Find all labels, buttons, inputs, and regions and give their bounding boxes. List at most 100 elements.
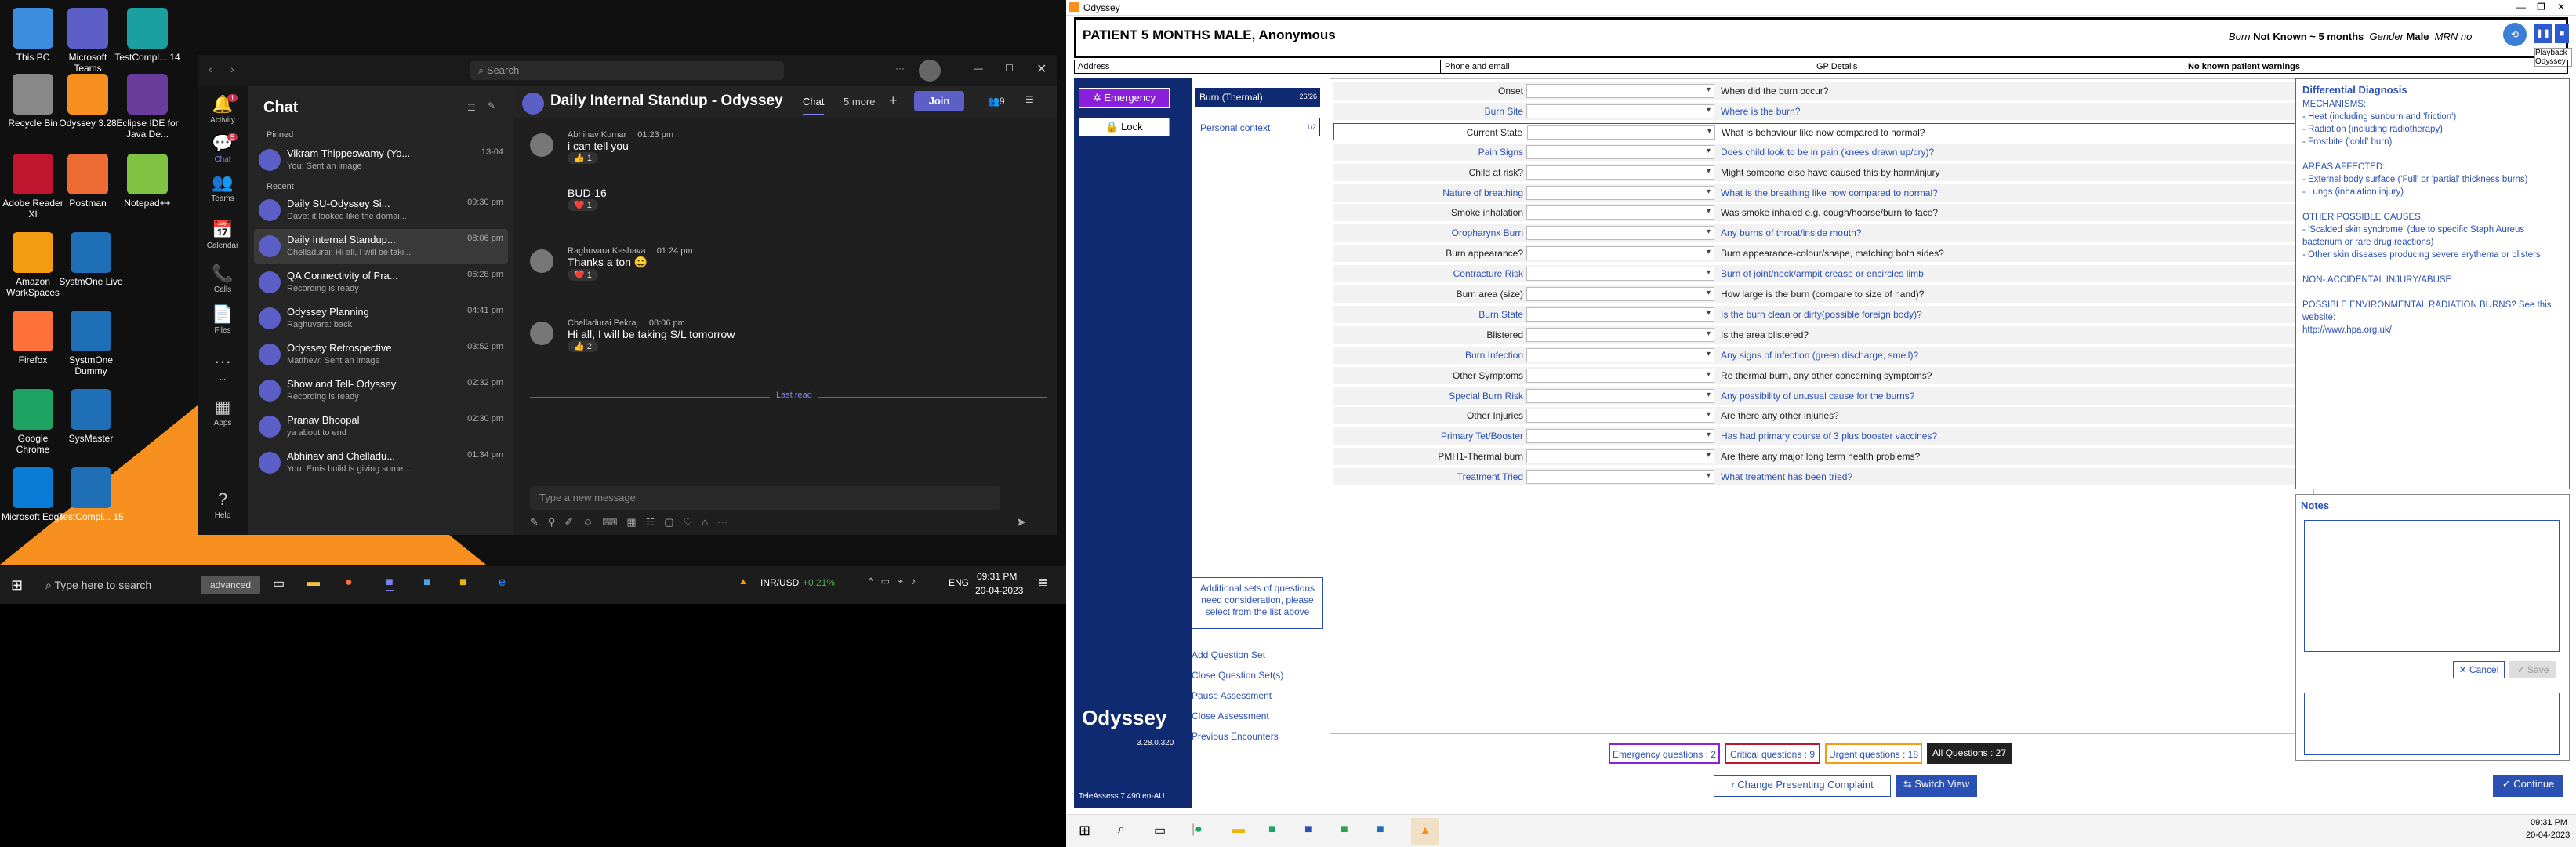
desktop-icon-1[interactable]: Microsoft Teams — [55, 8, 121, 74]
file-explorer-icon[interactable]: ▬ — [1232, 823, 1245, 837]
clock-time[interactable]: 09:31 PM — [977, 571, 1017, 582]
file-explorer-icon[interactable]: ▬ — [307, 576, 320, 590]
left-link[interactable]: Add Question Set — [1192, 649, 1265, 660]
answer-dropdown[interactable] — [1526, 368, 1714, 383]
answer-dropdown[interactable] — [1527, 125, 1715, 140]
send-icon[interactable]: ➤ — [1016, 514, 1026, 530]
desktop-icon-11[interactable]: Firefox — [0, 311, 66, 365]
participants-count[interactable]: 👥9 — [988, 96, 1005, 107]
taskbar-search[interactable]: ⌕ Type here to search — [38, 573, 194, 598]
add-tab-icon[interactable]: + — [889, 93, 898, 109]
desktop-icon-4[interactable]: Odyssey 3.28 — [55, 74, 121, 129]
switch-view-button[interactable]: ⇆ Switch View — [1896, 775, 1977, 797]
save-button[interactable]: ✓ Save — [2509, 661, 2556, 678]
testcomplete-icon[interactable]: ■ — [1377, 823, 1384, 837]
chat-list-item[interactable]: Show and Tell- Odyssey Recording is ready… — [254, 373, 508, 408]
rail-item-2[interactable]: 👥 Teams — [198, 173, 248, 203]
task-view-icon[interactable]: ▭ — [273, 576, 285, 591]
tab-burn-thermal[interactable]: Burn (Thermal) 26/26 — [1195, 88, 1320, 107]
rail-item-7[interactable]: ▦ Apps — [198, 397, 248, 427]
app-icon-2[interactable]: ■ — [459, 576, 467, 590]
firefox-icon[interactable]: ● — [345, 576, 353, 590]
desktop-icon-16[interactable]: TestCompl... 15 — [58, 467, 124, 522]
forward-icon[interactable]: › — [230, 63, 234, 75]
answer-dropdown[interactable] — [1526, 144, 1714, 159]
message-reaction[interactable]: 👍 1 — [568, 152, 598, 164]
rail-item-3[interactable]: 📅 Calendar — [198, 220, 248, 250]
back-icon[interactable]: ‹ — [209, 63, 212, 75]
desktop-icon-10[interactable]: SystmOne Live — [58, 232, 124, 287]
tab-more[interactable]: 5 more — [844, 96, 875, 107]
ie-icon[interactable]: e — [499, 576, 506, 590]
critical-questions-filter[interactable]: Critical questions : 9 — [1725, 743, 1820, 764]
close-icon[interactable]: ✕ — [2557, 2, 2565, 13]
clock-date[interactable]: 20-04-2023 — [975, 585, 1023, 596]
chat-list-item[interactable]: Odyssey Planning Raghuvara: back 04:41 pm — [254, 301, 508, 336]
advanced-button[interactable]: advanced — [201, 576, 260, 594]
desktop-icon-7[interactable]: Postman — [55, 154, 121, 209]
rail-item-4[interactable]: 📞 Calls — [198, 264, 248, 294]
notes-textarea[interactable] — [2304, 520, 2560, 652]
answer-dropdown[interactable] — [1526, 347, 1714, 362]
left-link[interactable]: Close Question Set(s) — [1192, 670, 1283, 681]
teams-search-input[interactable]: ⌕ Search — [470, 61, 784, 80]
language[interactable]: ENG — [949, 577, 969, 588]
chat-list-item[interactable]: Daily Internal Standup... Chelladurai: Hi… — [254, 229, 508, 264]
answer-dropdown[interactable] — [1526, 165, 1714, 180]
left-link[interactable]: Close Assessment — [1192, 711, 1269, 722]
answer-dropdown[interactable] — [1526, 409, 1714, 424]
stop-icon[interactable]: ■ — [2555, 24, 2569, 43]
more-icon[interactable]: ☰ — [1025, 94, 1034, 105]
continue-button[interactable]: ✓ Continue — [2493, 775, 2563, 797]
maximize-icon[interactable]: ☐ — [1005, 63, 1014, 74]
teams-icon[interactable]: ■ — [386, 576, 394, 591]
app-icon[interactable]: ■ — [1304, 823, 1312, 837]
chrome-icon[interactable]: ● — [1195, 823, 1203, 837]
start-icon[interactable]: ⊞ — [1079, 823, 1090, 839]
desktop-icon-13[interactable]: Google Chrome — [0, 389, 66, 455]
change-complaint-button[interactable]: ‹ Change Presenting Complaint — [1714, 775, 1891, 797]
left-link[interactable]: Pause Assessment — [1192, 690, 1272, 701]
rail-item-1[interactable]: 💬 Chat 5 — [198, 133, 248, 164]
answer-dropdown[interactable] — [1526, 84, 1714, 98]
answer-dropdown[interactable] — [1526, 429, 1714, 444]
answer-dropdown[interactable] — [1526, 205, 1714, 220]
message-reaction[interactable]: 👍 2 — [568, 340, 598, 352]
desktop-icon-5[interactable]: Eclipse IDE for Java De... — [114, 74, 180, 140]
message-reaction[interactable]: ❤️ 1 — [568, 269, 598, 281]
chat-list-item[interactable]: Pranav Bhoopal ya about to end 02:30 pm — [254, 409, 508, 444]
answer-dropdown[interactable] — [1526, 449, 1714, 464]
tab-chat[interactable]: Chat — [803, 96, 825, 115]
restore-icon[interactable]: ❐ — [2537, 2, 2545, 13]
task-view-icon[interactable]: ▭ — [1154, 823, 1166, 838]
close-icon[interactable]: ✕ — [1036, 61, 1047, 77]
urgent-questions-filter[interactable]: Urgent questions : 18 — [1825, 743, 1922, 764]
excel-icon[interactable]: ■ — [1268, 823, 1276, 837]
chat-list-item[interactable]: Odyssey Retrospective Matthew: Sent an im… — [254, 337, 508, 372]
left-link[interactable]: Previous Encounters — [1192, 731, 1279, 742]
desktop-icon-9[interactable]: Amazon WorkSpaces — [0, 232, 66, 298]
notifications-icon[interactable]: ▤ — [1038, 576, 1048, 589]
tab-personal-context[interactable]: Personal context 1/2 — [1195, 118, 1320, 136]
minimize-icon[interactable]: — — [974, 63, 983, 74]
desktop-icon-14[interactable]: SysMaster — [58, 389, 124, 444]
emergency-questions-filter[interactable]: Emergency questions : 2 — [1609, 743, 1720, 764]
more-options-icon[interactable]: ··· — [895, 63, 905, 74]
desktop-icon-8[interactable]: Notepad++ — [114, 154, 180, 209]
diff-line[interactable]: http://www.hpa.org.uk/ — [2302, 324, 2563, 336]
clock-time[interactable]: 09:31 PM — [2531, 818, 2567, 827]
notes-secondary-area[interactable] — [2304, 693, 2560, 755]
cancel-button[interactable]: ✕ Cancel — [2453, 661, 2505, 678]
start-icon[interactable]: ⊞ — [11, 577, 23, 594]
tray-icons[interactable]: ^▭⌁♪ — [869, 576, 923, 587]
answer-dropdown[interactable] — [1526, 470, 1714, 485]
join-button[interactable]: Join — [914, 91, 964, 111]
message-reaction[interactable]: ❤️ 1 — [568, 199, 598, 211]
app-icon[interactable]: ■ — [423, 576, 431, 590]
rail-item-5[interactable]: 📄 Files — [198, 304, 248, 335]
answer-dropdown[interactable] — [1526, 267, 1714, 282]
answer-dropdown[interactable] — [1526, 185, 1714, 200]
app-icon-2[interactable]: ■ — [1341, 823, 1348, 837]
new-chat-icon[interactable]: ✎ — [488, 100, 495, 111]
clock-date[interactable]: 20-04-2023 — [2526, 831, 2570, 840]
